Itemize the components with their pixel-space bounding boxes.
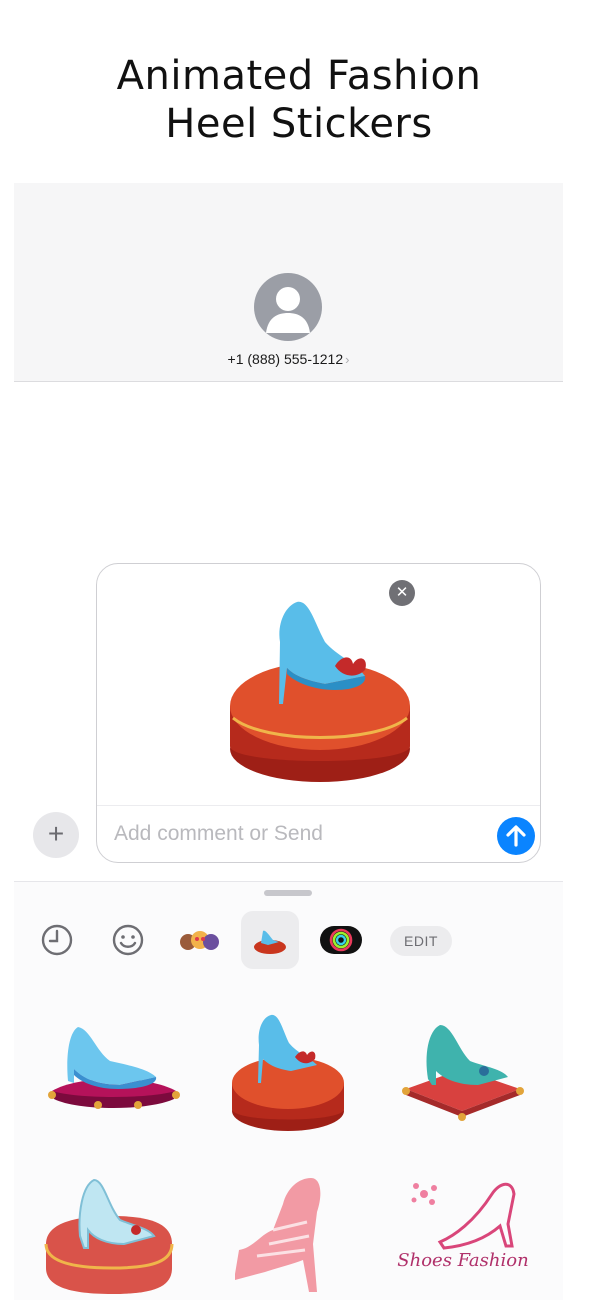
shoes-fashion-logo-sticker	[411, 1182, 516, 1250]
compose-divider	[97, 805, 540, 806]
memoji-icon	[180, 931, 219, 950]
sticker-caption: Shoes Fashion	[397, 1250, 529, 1271]
contact-number-text: +1 (888) 555-1212	[227, 351, 344, 367]
heel-pack-tray-button[interactable]	[241, 911, 299, 969]
recents-tray-button[interactable]	[28, 911, 86, 969]
sticker-blue-heel-cushion[interactable]	[38, 999, 188, 1139]
emoji-icon	[112, 924, 144, 956]
person-avatar-icon[interactable]	[254, 273, 322, 341]
drawer-grabber[interactable]	[264, 890, 312, 896]
remove-attachment-button[interactable]: ✕	[389, 580, 415, 606]
edit-button[interactable]: EDIT	[390, 926, 452, 956]
heel-sticker-pack-icon	[254, 930, 286, 954]
blue-heel-magenta-cushion-sticker	[48, 1027, 180, 1109]
attached-sticker	[225, 584, 415, 784]
sticker-pink-strappy-heel[interactable]	[213, 1164, 363, 1300]
headline-line-2: Heel Stickers	[165, 101, 433, 147]
sticker-glass-heel-pillow[interactable]	[38, 1164, 188, 1300]
blue-heel-red-pouf-sticker	[232, 1014, 344, 1131]
activity-rings-icon	[320, 926, 362, 954]
teal-heel-red-cushion-sticker	[402, 1025, 524, 1121]
chevron-right-icon: ›	[345, 352, 350, 367]
compose-box: ✕	[96, 563, 541, 863]
emoji-tray-button[interactable]	[99, 911, 157, 969]
sticker-blue-heel-pouf[interactable]	[213, 999, 363, 1139]
pink-strappy-heel-sticker	[235, 1178, 321, 1292]
comment-input[interactable]	[114, 819, 484, 849]
sticker-drawer: EDIT Shoes Fashion	[14, 881, 563, 1300]
conversation-header: +1 (888) 555-1212 ›	[14, 183, 563, 382]
sticker-teal-heel-cushion[interactable]	[388, 999, 538, 1139]
page-headline: Animated Fashion Heel Stickers	[0, 52, 598, 148]
send-button[interactable]	[497, 817, 535, 855]
recents-icon	[41, 924, 73, 956]
glass-heel-red-pillow-sticker	[44, 1178, 174, 1294]
arrow-up-icon	[506, 825, 526, 847]
memoji-tray-button[interactable]	[170, 911, 228, 969]
headline-line-1: Animated Fashion	[116, 53, 482, 99]
messages-screen: +1 (888) 555-1212 › + ✕ Add comment or S…	[14, 183, 563, 1300]
activity-tray-button[interactable]	[312, 911, 370, 969]
apps-plus-button[interactable]: +	[33, 812, 79, 858]
sticker-shoes-fashion-logo[interactable]: Shoes Fashion	[388, 1164, 538, 1300]
contact-number[interactable]: +1 (888) 555-1212 ›	[14, 351, 563, 367]
